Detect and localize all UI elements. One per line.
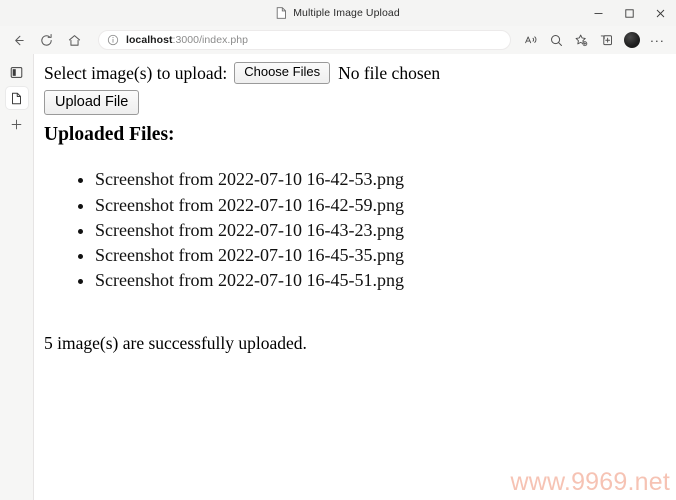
refresh-icon[interactable] bbox=[32, 28, 60, 52]
collections-icon[interactable] bbox=[594, 28, 619, 52]
vertical-sidebar bbox=[0, 54, 33, 500]
search-icon[interactable] bbox=[544, 28, 569, 52]
minimize-button[interactable] bbox=[583, 0, 614, 26]
list-item: Screenshot from 2022-07-10 16-43-23.png bbox=[95, 218, 668, 243]
browser-window: Multiple Image Upload localhost:3000/ind… bbox=[0, 0, 676, 500]
url-path: :3000/index.php bbox=[172, 34, 249, 46]
browser-tab[interactable]: Multiple Image Upload bbox=[268, 3, 408, 23]
watermark: www.9969.net bbox=[510, 468, 670, 496]
tab-strip: Multiple Image Upload bbox=[0, 0, 676, 26]
web-page-content: Select image(s) to upload: Choose Files … bbox=[33, 54, 676, 500]
info-icon[interactable] bbox=[107, 34, 119, 46]
list-item: Screenshot from 2022-07-10 16-42-53.png bbox=[95, 167, 668, 192]
choose-files-button[interactable]: Choose Files bbox=[234, 62, 331, 84]
more-dots: ... bbox=[650, 30, 665, 45]
tab-actions-icon[interactable] bbox=[6, 61, 28, 83]
uploaded-files-list: Screenshot from 2022-07-10 16-42-53.png … bbox=[44, 167, 668, 293]
list-item: Screenshot from 2022-07-10 16-45-35.png bbox=[95, 243, 668, 268]
read-aloud-icon[interactable] bbox=[519, 28, 544, 52]
url-host: localhost bbox=[126, 34, 173, 46]
home-icon[interactable] bbox=[60, 28, 88, 52]
uploaded-files-heading: Uploaded Files: bbox=[44, 123, 175, 145]
content-region: Select image(s) to upload: Choose Files … bbox=[0, 54, 676, 500]
maximize-button[interactable] bbox=[614, 0, 645, 26]
navigation-toolbar: localhost:3000/index.php ... bbox=[0, 26, 676, 54]
document-icon bbox=[276, 7, 287, 19]
address-bar[interactable]: localhost:3000/index.php bbox=[98, 30, 511, 50]
upload-button-row: Upload File bbox=[44, 89, 668, 115]
upload-status-message: 5 image(s) are successfully uploaded. bbox=[44, 333, 307, 354]
select-images-label: Select image(s) to upload: bbox=[44, 62, 228, 83]
profile-avatar[interactable] bbox=[624, 32, 640, 48]
window-controls bbox=[583, 0, 676, 26]
address-bar-text: localhost:3000/index.php bbox=[126, 34, 248, 46]
list-item: Screenshot from 2022-07-10 16-42-59.png bbox=[95, 193, 668, 218]
back-arrow-icon[interactable] bbox=[4, 28, 32, 52]
close-button[interactable] bbox=[645, 0, 676, 26]
add-icon[interactable] bbox=[6, 113, 28, 135]
settings-and-more-icon[interactable]: ... bbox=[645, 28, 670, 52]
no-file-chosen-text: No file chosen bbox=[338, 62, 441, 83]
tab-title: Multiple Image Upload bbox=[293, 7, 400, 19]
favorites-star-icon[interactable] bbox=[569, 28, 594, 52]
page-icon[interactable] bbox=[5, 87, 28, 109]
upload-file-button[interactable]: Upload File bbox=[44, 89, 140, 115]
page-body: Select image(s) to upload: Choose Files … bbox=[34, 54, 676, 354]
list-item: Screenshot from 2022-07-10 16-45-51.png bbox=[95, 268, 668, 293]
upload-form-row: Select image(s) to upload: Choose Files … bbox=[44, 62, 668, 84]
title-bar: Multiple Image Upload bbox=[0, 0, 676, 26]
